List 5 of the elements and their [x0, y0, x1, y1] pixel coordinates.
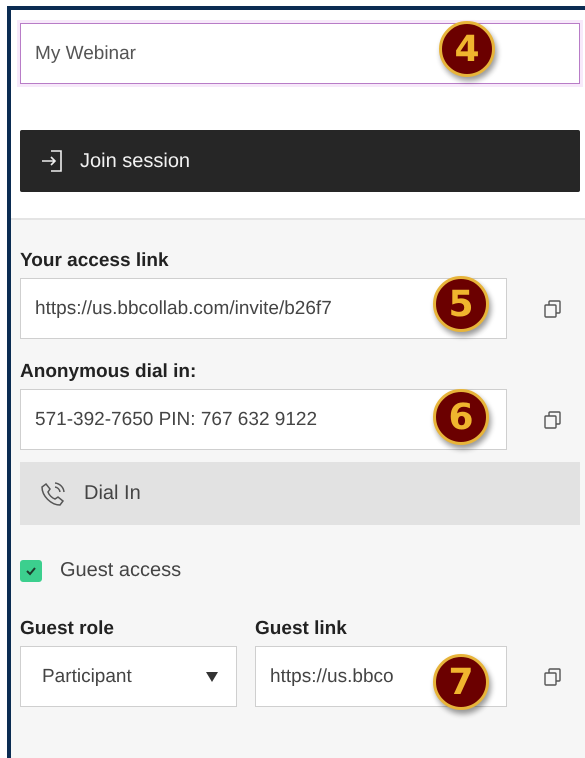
field-label: Guest role [20, 618, 115, 640]
field-label: Anonymous dial in: [20, 361, 198, 383]
field-label: Your access link [20, 250, 170, 272]
checkbox-label: Guest access [60, 559, 182, 582]
field-label: Guest link [255, 618, 348, 640]
